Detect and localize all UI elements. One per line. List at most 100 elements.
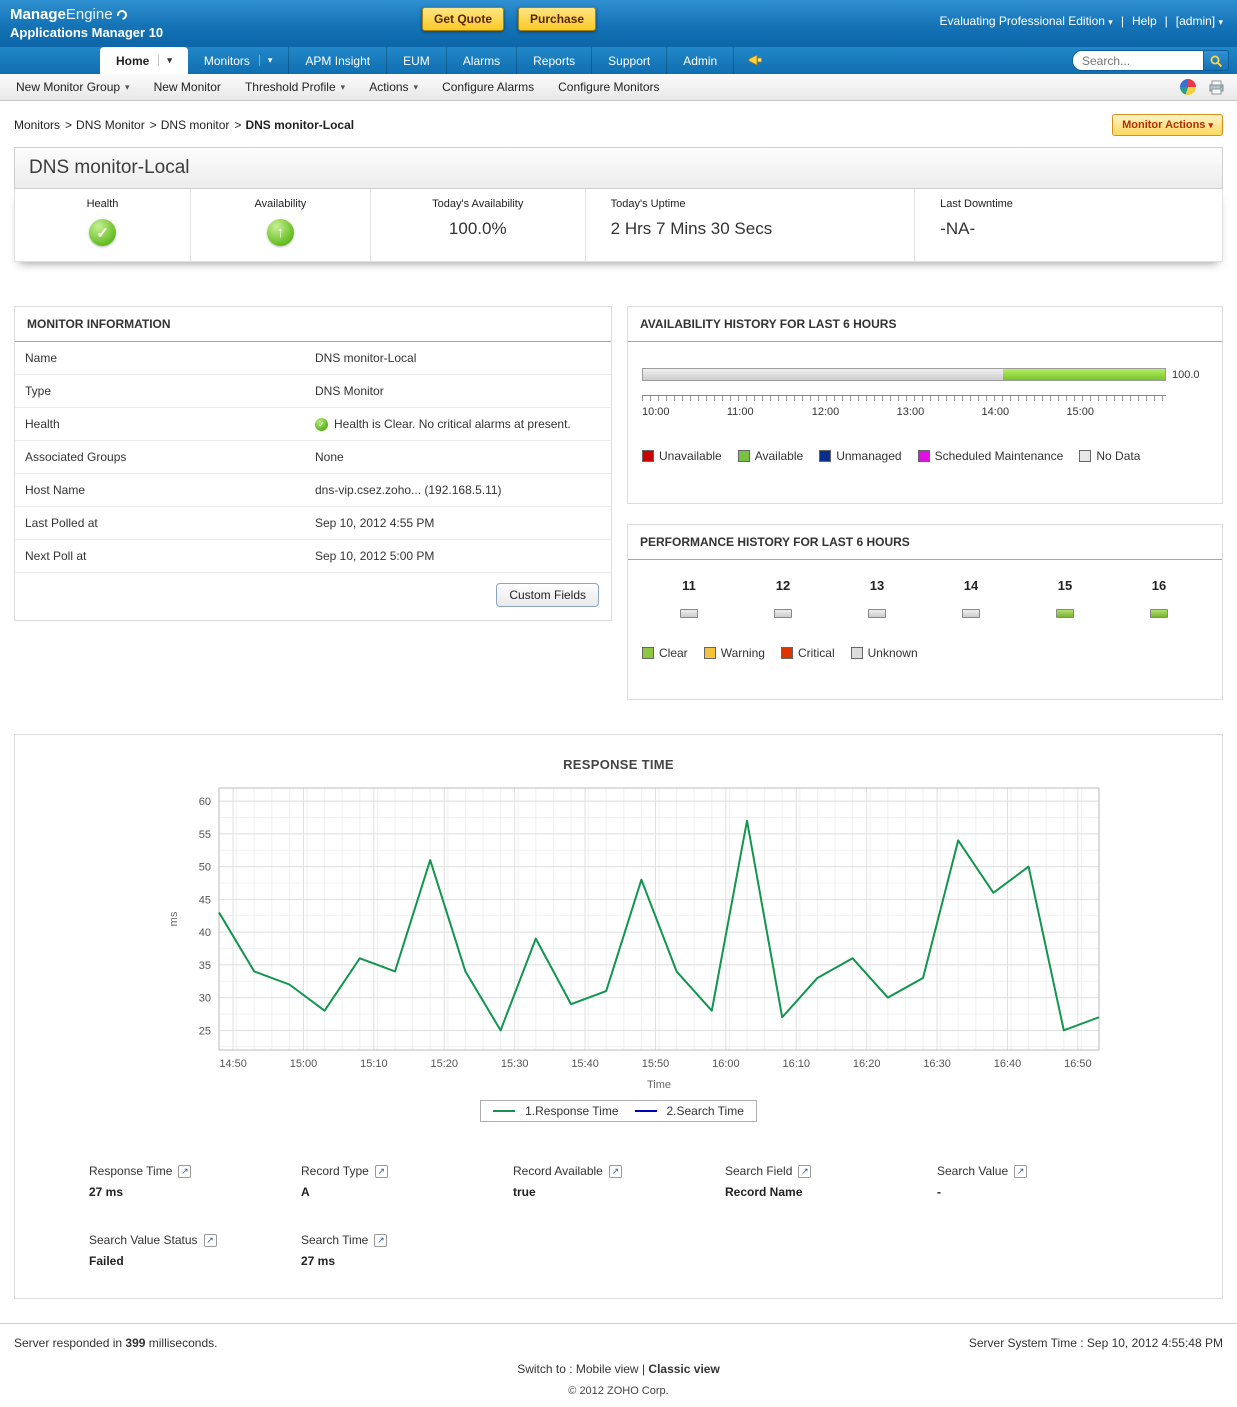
subnav-item-label: Actions	[369, 80, 408, 94]
footer-status-row: Server responded in 399 milliseconds. Se…	[14, 1336, 1223, 1350]
availability-history-card: AVAILABILITY HISTORY FOR LAST 6 HOURS 10…	[627, 306, 1223, 504]
chevron-down-icon: ▾	[1208, 120, 1213, 130]
subnav-item-label: New Monitor	[154, 80, 221, 94]
monitor-info-row-associated-groups: Associated GroupsNone	[15, 441, 611, 474]
breadcrumb-separator: >	[150, 118, 157, 132]
field-label-row: Record Type↗	[301, 1164, 513, 1178]
nav-item-monitors[interactable]: Monitors▾	[188, 47, 290, 74]
performance-hour-label: 12	[736, 578, 830, 593]
monitor-info-value-text: DNS monitor-Local	[315, 351, 416, 365]
monitor-info-row-health: Health✓Health is Clear. No critical alar…	[15, 408, 611, 441]
nav-item-reports[interactable]: Reports	[517, 47, 592, 74]
svg-text:15:30: 15:30	[500, 1058, 528, 1070]
monitor-info-label: Last Polled at	[15, 516, 315, 530]
nav-item-eum[interactable]: EUM	[387, 47, 447, 74]
field-search-field: Search Field↗Record Name	[725, 1164, 937, 1199]
external-link-icon[interactable]: ↗	[374, 1234, 387, 1247]
breadcrumb-item-dns-monitor[interactable]: DNS Monitor	[76, 118, 145, 132]
health-ok-icon: ✓	[315, 418, 328, 431]
external-link-icon[interactable]: ↗	[375, 1165, 388, 1178]
nav-item-apm-insight[interactable]: APM Insight	[289, 47, 387, 74]
svg-text:16:00: 16:00	[712, 1058, 740, 1070]
stat-last-downtime-label: Last Downtime	[940, 198, 1222, 210]
chart-legend-item: 2.Search Time	[635, 1104, 744, 1118]
subnav-item-label: New Monitor Group	[16, 80, 120, 94]
line-swatch	[493, 1110, 515, 1112]
printer-icon[interactable]	[1208, 80, 1225, 95]
nav-item-alarms[interactable]: Alarms	[447, 47, 517, 74]
search-button[interactable]	[1204, 50, 1229, 71]
legend-swatch	[642, 450, 654, 462]
legend-label: Warning	[721, 646, 765, 660]
top-header: ManageEngine Applications Manager 10 Get…	[0, 0, 1237, 47]
search-input[interactable]	[1072, 50, 1204, 71]
custom-fields-button[interactable]: Custom Fields	[496, 583, 599, 607]
axis-tick-label: 14:00	[982, 406, 1010, 418]
availability-history-content: 100.0 10:0011:0012:0013:0014:0015:00 Una…	[628, 342, 1222, 479]
edition-menu[interactable]: Evaluating Professional Edition ▾	[940, 14, 1113, 28]
monitor-info-value-text: Sep 10, 2012 4:55 PM	[315, 516, 434, 530]
field-search-value: Search Value ↗ -	[937, 1164, 1149, 1199]
brand-logo: ManageEngine Applications Manager 10	[10, 6, 163, 41]
svg-text:45: 45	[198, 894, 210, 906]
subnav-item-label: Threshold Profile	[245, 80, 336, 94]
performance-hour-13: 13	[830, 578, 924, 618]
external-link-icon[interactable]: ↗	[609, 1165, 622, 1178]
field-label-row: Search Value Status↗	[89, 1233, 301, 1247]
monitor-info-label: Next Poll at	[15, 549, 315, 563]
availability-up-icon: ↑	[267, 219, 294, 246]
legend-item-warning: Warning	[704, 646, 765, 660]
monitor-info-row-name: NameDNS monitor-Local	[15, 342, 611, 375]
legend-label: Unknown	[868, 646, 918, 660]
legend-item-unknown: Unknown	[851, 646, 918, 660]
legend-item-critical: Critical	[781, 646, 835, 660]
separator: |	[1121, 14, 1124, 28]
subnav-item-new-monitor[interactable]: New Monitor	[142, 80, 233, 94]
field-label: Search Value	[937, 1164, 1008, 1178]
performance-hour-label: 16	[1112, 578, 1206, 593]
performance-status-box	[1150, 609, 1168, 618]
server-response-time: Server responded in 399 milliseconds.	[14, 1336, 217, 1350]
field-search-time: Search Time↗27 ms	[301, 1233, 513, 1268]
external-link-icon[interactable]: ↗	[178, 1165, 191, 1178]
brand-manage: Manage	[10, 6, 66, 23]
nav-item-support[interactable]: Support	[592, 47, 667, 74]
subnav-item-new-monitor-group[interactable]: New Monitor Group▾	[4, 80, 142, 94]
legend-item-scheduled-maintenance: Scheduled Maintenance	[918, 449, 1064, 463]
performance-hour-label: 14	[924, 578, 1018, 593]
external-link-icon[interactable]: ↗	[204, 1234, 217, 1247]
external-link-icon[interactable]: ↗	[1014, 1165, 1027, 1178]
subnav-item-actions[interactable]: Actions▾	[357, 80, 430, 94]
classic-view-link[interactable]: Classic view	[648, 1362, 719, 1376]
purchase-button[interactable]: Purchase	[518, 7, 596, 31]
mobile-view-link[interactable]: Mobile view	[576, 1362, 639, 1376]
legend-label: Scheduled Maintenance	[935, 449, 1064, 463]
cards-area: MONITOR INFORMATION NameDNS monitor-Loca…	[14, 306, 1223, 700]
main-nav-items: Home▾Monitors▾APM InsightEUMAlarmsReport…	[0, 47, 734, 74]
subnav-item-configure-monitors[interactable]: Configure Monitors	[546, 80, 671, 94]
field-label: Record Available	[513, 1164, 603, 1178]
nav-item-home[interactable]: Home▾	[100, 47, 188, 74]
field-value: -	[937, 1185, 1149, 1199]
stat-health: Health ✓	[15, 189, 190, 261]
nav-item-admin[interactable]: Admin	[667, 47, 734, 74]
admin-menu[interactable]: [admin] ▾	[1176, 14, 1223, 28]
breadcrumb-item-dns-monitor[interactable]: DNS monitor	[161, 118, 230, 132]
breadcrumb-item-monitors[interactable]: Monitors	[14, 118, 60, 132]
svg-text:15:40: 15:40	[571, 1058, 599, 1070]
subnav-item-threshold-profile[interactable]: Threshold Profile▾	[233, 80, 357, 94]
announcement-icon[interactable]	[748, 47, 763, 74]
external-link-icon[interactable]: ↗	[798, 1165, 811, 1178]
legend-swatch	[704, 647, 716, 659]
subnav-item-configure-alarms[interactable]: Configure Alarms	[430, 80, 546, 94]
performance-legend: ClearWarningCriticalUnknown	[642, 646, 1208, 660]
stat-todays-availability-value: 100.0%	[371, 219, 585, 239]
get-quote-button[interactable]: Get Quote	[422, 7, 504, 31]
legend-label: 1.Response Time	[525, 1104, 618, 1118]
pie-chart-icon[interactable]	[1180, 79, 1196, 95]
help-link[interactable]: Help	[1132, 14, 1157, 28]
nav-item-label: Monitors	[204, 54, 250, 68]
monitor-actions-button[interactable]: Monitor Actions ▾	[1112, 114, 1223, 136]
performance-status-box	[774, 609, 792, 618]
monitor-info-label: Host Name	[15, 483, 315, 497]
